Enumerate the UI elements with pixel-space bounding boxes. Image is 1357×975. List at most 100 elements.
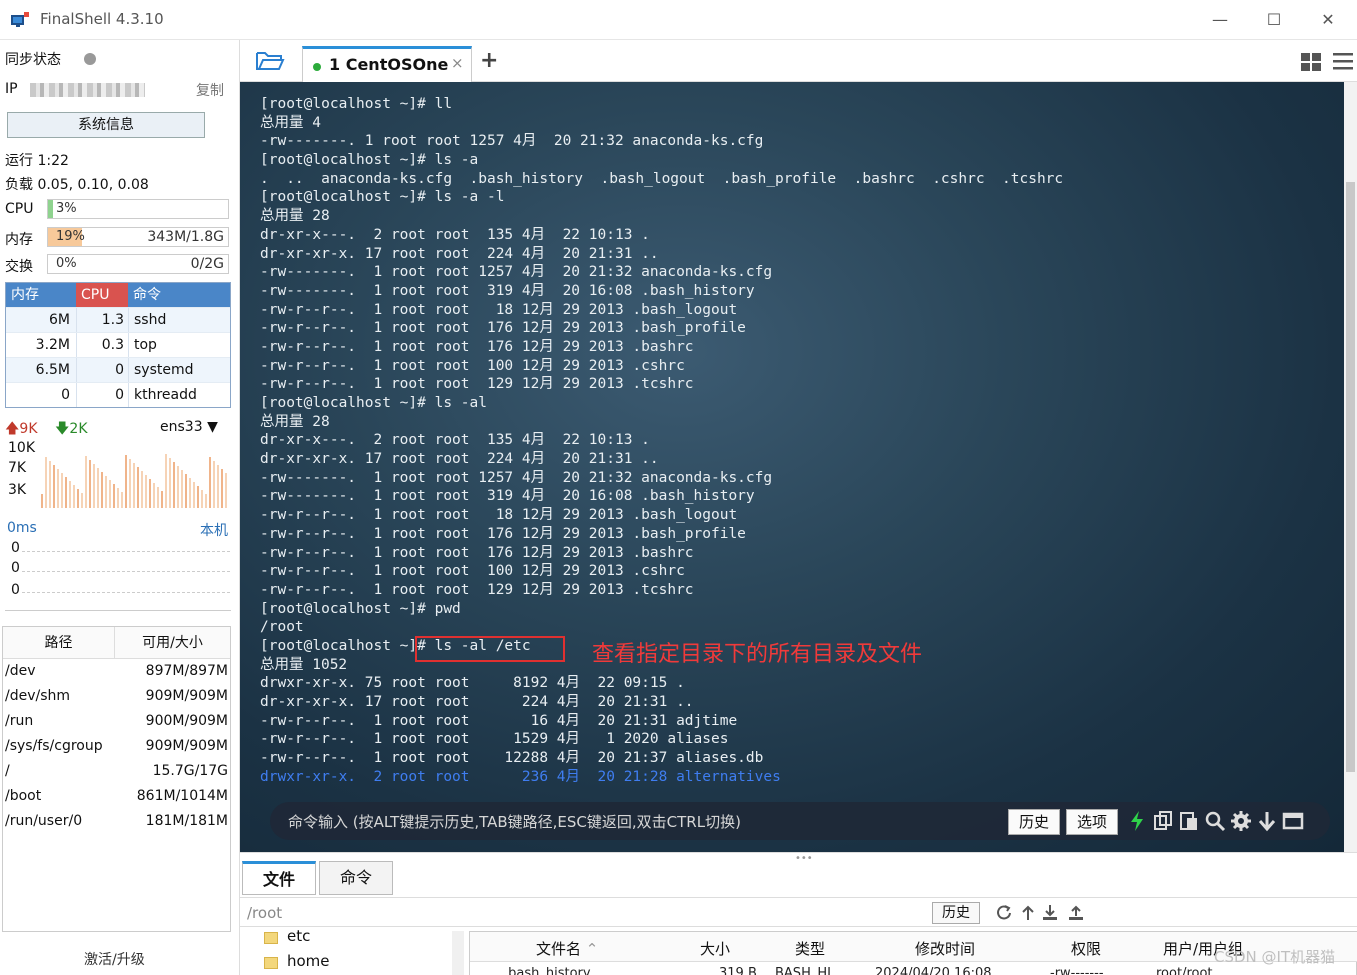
process-row[interactable]: 6M 1.3 sshd xyxy=(6,307,230,332)
paste-icon[interactable] xyxy=(1178,810,1200,832)
upload-icon[interactable] xyxy=(1067,904,1085,922)
copy-icon[interactable] xyxy=(1152,810,1174,832)
copy-ip-link[interactable]: 复制 xyxy=(196,80,224,100)
uptime-text: 运行 1:22 xyxy=(5,153,69,169)
disk-row[interactable]: /dev 897M/897M xyxy=(3,659,230,684)
terminal-line: -rw-------. 1 root root 319 4月 20 16:08 … xyxy=(260,282,755,299)
gear-icon[interactable] xyxy=(1230,810,1252,832)
disk-row[interactable]: /boot 861M/1014M xyxy=(3,784,230,809)
file-name-cell[interactable]: .bash_history xyxy=(504,966,591,975)
download-icon[interactable] xyxy=(1041,904,1059,922)
process-cmd: sshd xyxy=(128,308,230,332)
traffic-bar xyxy=(113,484,115,508)
history-button[interactable]: 历史 xyxy=(1008,809,1060,835)
connected-status-dot xyxy=(313,63,321,71)
disk-row[interactable]: / 15.7G/17G xyxy=(3,759,230,784)
ip-address-blurred xyxy=(30,83,145,97)
terminal-scrollbar-thumb[interactable] xyxy=(1346,182,1355,772)
minimize-button[interactable]: — xyxy=(1205,8,1235,32)
col-permissions[interactable]: 权限 xyxy=(1071,938,1101,959)
proc-header-cpu[interactable]: CPU xyxy=(76,283,128,307)
disk-size: 900M/909M xyxy=(145,713,228,729)
mem-label: 内存 xyxy=(5,232,33,248)
options-button[interactable]: 选项 xyxy=(1066,809,1118,835)
terminal-line: [root@localhost ~]# ls -al xyxy=(260,395,487,411)
command-highlight-box xyxy=(415,636,565,662)
ping-gridline xyxy=(22,571,230,572)
window-icon[interactable] xyxy=(1282,810,1304,832)
tree-scrollbar[interactable] xyxy=(452,931,464,975)
net-upload-value: 9K xyxy=(19,421,38,437)
traffic-bar xyxy=(201,490,203,508)
terminal-line: -rw-r--r--. 1 root root 100 12月 29 2013 … xyxy=(260,563,685,580)
col-size[interactable]: 大小 xyxy=(700,938,730,959)
terminal-panel[interactable]: [root@localhost ~]# ll 总用量 4 -rw-------. 1… xyxy=(240,82,1344,852)
process-row[interactable]: 3.2M 0.3 top xyxy=(6,332,230,357)
process-row[interactable]: 6.5M 0 systemd xyxy=(6,357,230,382)
command-input[interactable]: 命令输入 (按ALT键提示历史,TAB键路径,ESC键返回,双击CTRL切换) xyxy=(288,811,741,832)
tab-centosone[interactable]: 1 CentOSOne × xyxy=(302,46,472,82)
col-modified[interactable]: 修改时间 xyxy=(915,938,975,959)
disk-row[interactable]: /sys/fs/cgroup 909M/909M xyxy=(3,734,230,759)
finalshell-window: FinalShell 4.3.10 — ☐ ✕ 同步状态 IP 复制 系统信息 … xyxy=(0,0,1357,975)
panel-resize-handle[interactable]: ••• xyxy=(795,853,813,864)
disk-table-header: 路径 可用/大小 xyxy=(3,627,230,659)
traffic-bar xyxy=(197,486,199,508)
grid-layout-icon[interactable] xyxy=(1301,53,1321,71)
arrow-down-icon[interactable] xyxy=(1256,810,1278,832)
app-logo-icon xyxy=(11,12,29,27)
traffic-bar xyxy=(121,492,123,508)
disk-row[interactable]: /run/user/0 181M/181M xyxy=(3,809,230,834)
tree-item-etc[interactable]: etc xyxy=(287,927,310,945)
disk-row[interactable]: /run 900M/909M xyxy=(3,709,230,734)
sync-status-dot xyxy=(84,53,96,65)
traffic-bar xyxy=(177,466,179,508)
process-mem: 6.5M xyxy=(35,362,70,378)
proc-header-mem[interactable]: 内存 xyxy=(6,283,76,307)
net-interface-select[interactable]: ens33 ▼ xyxy=(160,419,218,435)
path-history-button[interactable]: 历史 xyxy=(932,902,980,924)
traffic-bar xyxy=(41,494,43,508)
traffic-bar xyxy=(61,473,63,508)
activate-upgrade-link[interactable]: 激活/升级 xyxy=(84,949,145,969)
lightning-icon[interactable] xyxy=(1126,810,1148,832)
col-type[interactable]: 类型 xyxy=(795,938,825,959)
ping-host[interactable]: 本机 xyxy=(200,520,228,540)
disk-row[interactable]: /dev/shm 909M/909M xyxy=(3,684,230,709)
maximize-button[interactable]: ☐ xyxy=(1259,8,1289,32)
hamburger-menu-icon[interactable] xyxy=(1333,52,1353,70)
disk-size: 909M/909M xyxy=(145,688,228,704)
disk-header-size[interactable]: 可用/大小 xyxy=(115,627,230,658)
terminal-line: 总用量 28 xyxy=(260,208,330,225)
new-tab-button[interactable]: + xyxy=(480,48,498,73)
tree-item-home[interactable]: home xyxy=(287,952,330,970)
tab-files[interactable]: 文件 xyxy=(242,861,316,895)
command-input-bar[interactable]: 命令输入 (按ALT键提示历史,TAB键路径,ESC键返回,双击CTRL切换) … xyxy=(270,802,1330,840)
traffic-bar xyxy=(169,458,171,508)
close-window-button[interactable]: ✕ xyxy=(1313,8,1343,32)
col-filename-label: 文件名 xyxy=(536,940,582,958)
disk-header-path[interactable]: 路径 xyxy=(3,627,115,658)
refresh-icon[interactable] xyxy=(995,904,1013,922)
terminal-line: [root@localhost ~]# ll xyxy=(260,96,453,112)
folder-icon xyxy=(264,932,278,944)
close-tab-icon[interactable]: × xyxy=(451,54,464,72)
terminal-line: -rw-------. 1 root root 1257 4月 20 21:32… xyxy=(260,469,773,486)
system-info-button[interactable]: 系统信息 xyxy=(7,112,205,138)
parent-folder-icon[interactable] xyxy=(1019,904,1037,922)
file-owner-cell: root/root xyxy=(1156,966,1213,975)
folder-open-icon[interactable] xyxy=(255,50,285,72)
traffic-bar xyxy=(133,463,135,508)
traffic-bar xyxy=(57,469,59,508)
path-input[interactable]: /root xyxy=(247,904,282,922)
terminal-scrollbar[interactable] xyxy=(1344,82,1357,852)
tab-commands[interactable]: 命令 xyxy=(319,861,393,895)
col-filename[interactable]: 文件名 ⌃ xyxy=(536,938,598,959)
disk-size: 181M/181M xyxy=(145,813,228,829)
proc-header-cmd[interactable]: 命令 xyxy=(128,283,230,307)
file-perms-cell: -rw------- xyxy=(1050,966,1104,975)
search-icon[interactable] xyxy=(1204,810,1226,832)
mem-percent: 19% xyxy=(56,229,85,244)
process-mem: 6M xyxy=(49,312,70,328)
process-row[interactable]: 0 0 kthreadd xyxy=(6,382,230,407)
